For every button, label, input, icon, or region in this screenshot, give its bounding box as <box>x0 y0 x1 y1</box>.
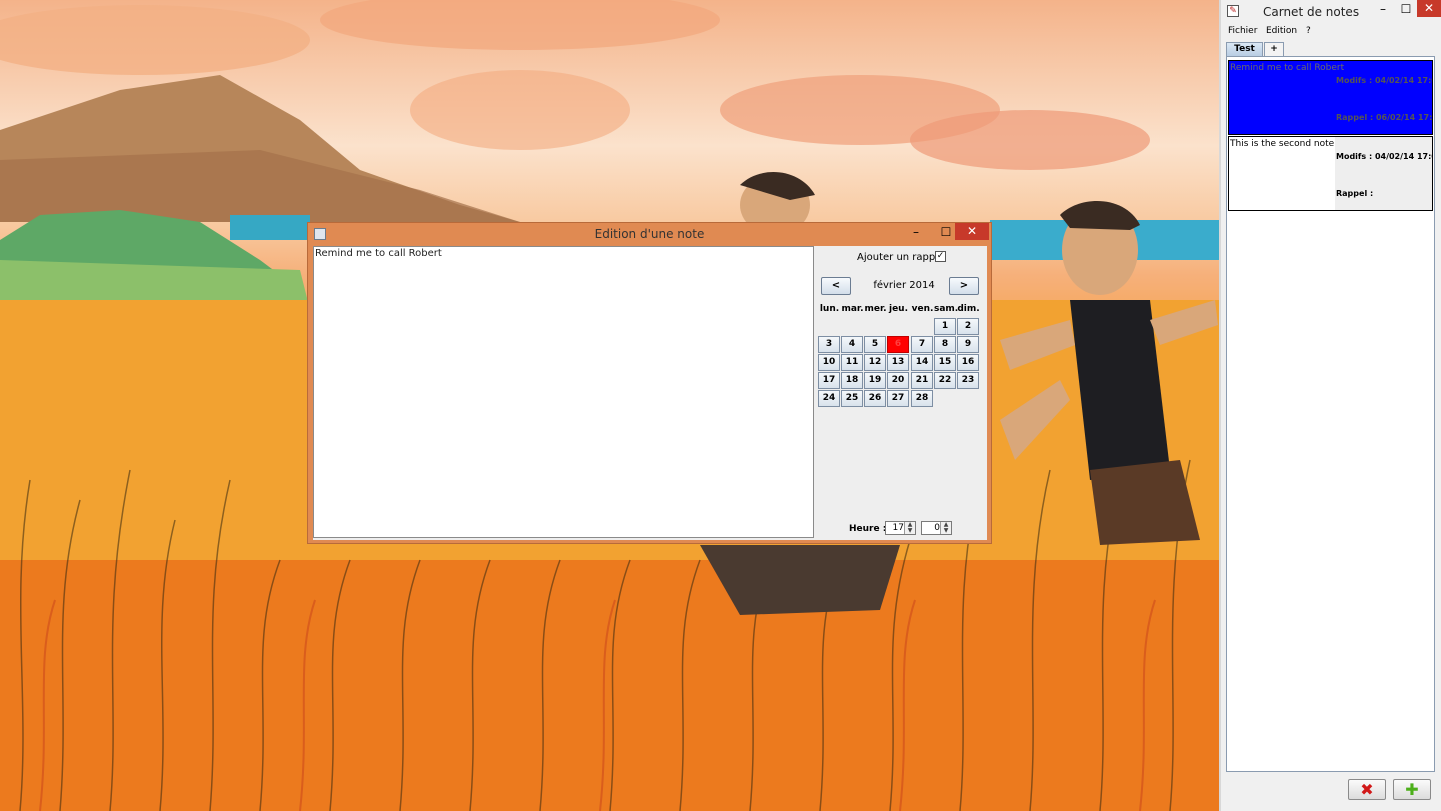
edit-note-window: Edition d'une note – ☐ ✕ Remind me to ca… <box>307 222 992 544</box>
menu-help[interactable]: ? <box>1306 26 1311 36</box>
hour-value: 17 <box>892 523 904 533</box>
calendar-day[interactable]: 11 <box>841 354 863 371</box>
calendar-day[interactable]: 12 <box>864 354 886 371</box>
calendar-day[interactable]: 17 <box>818 372 840 389</box>
close-button[interactable]: ✕ <box>1417 0 1441 17</box>
add-reminder-label: Ajouter un rappel <box>857 252 945 263</box>
calendar-day[interactable]: 2 <box>957 318 979 335</box>
note-meta: Modifs : 04/02/14 17:01 Rappel : <box>1335 137 1433 210</box>
calendar-day[interactable]: 20 <box>887 372 909 389</box>
reminder-panel: Ajouter un rappel ✓ < février 2014 > lun… <box>815 246 987 540</box>
minimize-button[interactable]: – <box>901 223 931 243</box>
month-label: février 2014 <box>873 280 935 291</box>
hour-spinner[interactable]: 17 ▲ ▼ <box>885 521 916 535</box>
calendar-day[interactable]: 10 <box>818 354 840 371</box>
menu-fichier[interactable]: Fichier <box>1228 26 1257 36</box>
weekday-header: mer. <box>864 304 887 314</box>
calendar-day[interactable]: 24 <box>818 390 840 407</box>
weekday-header: dim. <box>957 304 980 314</box>
note-modified: Modifs : 04/02/14 17:01 <box>1336 152 1433 161</box>
notes-list: Remind me to call Robert Modifs : 04/02/… <box>1226 56 1435 772</box>
note-text-area[interactable]: Remind me to call Robert <box>313 246 814 538</box>
close-button[interactable]: ✕ <box>955 223 989 240</box>
calendar-day[interactable]: 18 <box>841 372 863 389</box>
next-month-button[interactable]: > <box>949 277 979 295</box>
calendar-day[interactable]: 15 <box>934 354 956 371</box>
calendar-day-selected[interactable]: 6 <box>887 336 909 353</box>
calendar-day[interactable]: 21 <box>911 372 933 389</box>
calendar-day[interactable]: 13 <box>887 354 909 371</box>
note-text: Remind me to call Robert <box>1230 63 1345 73</box>
note-reminder: Rappel : 06/02/14 17:00 <box>1336 113 1433 122</box>
minimize-button[interactable]: – <box>1371 0 1395 20</box>
calendar-day[interactable]: 23 <box>957 372 979 389</box>
calendar-day[interactable]: 4 <box>841 336 863 353</box>
previous-month-button[interactable]: < <box>821 277 851 295</box>
edit-window-title: Edition d'une note <box>594 227 705 241</box>
minute-spinner[interactable]: 0 ▲ ▼ <box>921 521 952 535</box>
weekday-header: sam. <box>934 304 959 314</box>
delete-icon: ✖ <box>1360 780 1374 799</box>
calendar-day[interactable]: 3 <box>818 336 840 353</box>
calendar-day[interactable]: 16 <box>957 354 979 371</box>
calendar-day[interactable]: 5 <box>864 336 886 353</box>
add-note-button[interactable]: ✚ <box>1393 779 1431 800</box>
note-meta: Modifs : 04/02/14 17:00 Rappel : 06/02/1… <box>1335 61 1433 134</box>
calendar-day[interactable]: 25 <box>841 390 863 407</box>
spinner-arrows-icon[interactable]: ▲ ▼ <box>940 522 951 534</box>
delete-note-button[interactable]: ✖ <box>1348 779 1386 800</box>
maximize-button[interactable]: ☐ <box>1395 0 1417 20</box>
menu-edition[interactable]: Edition <box>1266 26 1297 36</box>
note-modified: Modifs : 04/02/14 17:00 <box>1336 76 1433 85</box>
weekday-header: ven. <box>911 304 934 314</box>
notebook-app-icon: ✎ <box>1227 5 1239 17</box>
note-card[interactable]: This is the second note Modifs : 04/02/1… <box>1228 136 1433 211</box>
calendar-day[interactable]: 14 <box>911 354 933 371</box>
weekday-header: lun. <box>819 304 840 314</box>
hour-label: Heure : <box>849 524 887 534</box>
notebook-window-title: Carnet de notes <box>1263 5 1360 19</box>
note-card[interactable]: Remind me to call Robert Modifs : 04/02/… <box>1228 60 1433 135</box>
spinner-arrows-icon[interactable]: ▲ ▼ <box>904 522 915 534</box>
calendar-day[interactable]: 28 <box>911 390 933 407</box>
note-reminder: Rappel : <box>1336 189 1374 198</box>
add-icon: ✚ <box>1405 780 1419 799</box>
tab-test[interactable]: Test <box>1226 42 1263 56</box>
calendar-day[interactable]: 7 <box>911 336 933 353</box>
add-reminder-checkbox[interactable]: ✓ <box>935 251 946 262</box>
calendar-day[interactable]: 8 <box>934 336 956 353</box>
calendar-day[interactable]: 26 <box>864 390 886 407</box>
weekday-header: mar. <box>841 304 864 314</box>
notebook-window: ✎ Carnet de notes – ☐ ✕ Fichier Edition … <box>1219 0 1441 811</box>
calendar-day[interactable]: 27 <box>887 390 909 407</box>
weekday-header: jeu. <box>888 304 908 314</box>
calendar-day[interactable]: 9 <box>957 336 979 353</box>
edit-window-content: Remind me to call Robert Ajouter un rapp… <box>313 246 987 540</box>
note-text: This is the second note <box>1230 139 1335 149</box>
calendar-day[interactable]: 1 <box>934 318 956 335</box>
menu-bar: Fichier Edition ? <box>1221 24 1441 40</box>
calendar-day[interactable]: 19 <box>864 372 886 389</box>
add-tab-button[interactable]: + <box>1264 42 1284 56</box>
calendar-day[interactable]: 22 <box>934 372 956 389</box>
